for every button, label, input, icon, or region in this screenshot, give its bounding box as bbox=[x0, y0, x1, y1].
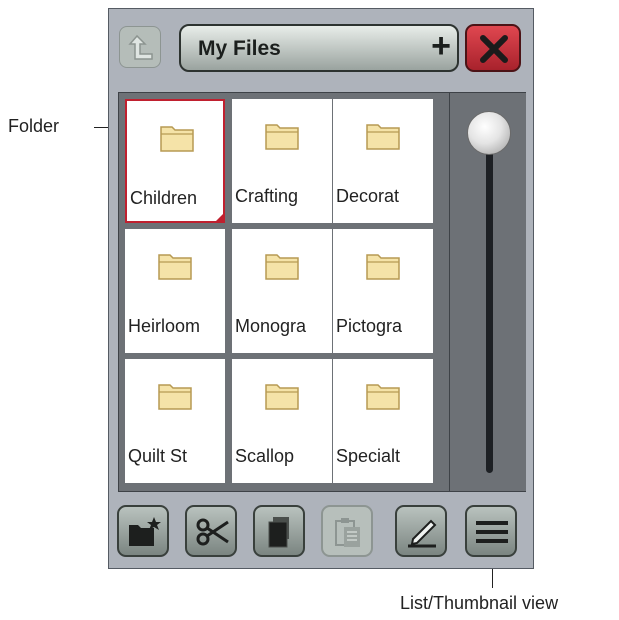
cut-button[interactable] bbox=[185, 505, 237, 557]
list-view-icon bbox=[476, 521, 508, 543]
top-bar: My Files + bbox=[109, 9, 533, 91]
folder-tile[interactable]: Decorat bbox=[333, 99, 433, 223]
list-thumbnail-callout-label: List/Thumbnail view bbox=[400, 593, 559, 613]
folder-icon bbox=[366, 254, 400, 280]
folder-title-text: My Files bbox=[198, 37, 281, 60]
folder-tile[interactable]: Heirloom bbox=[125, 229, 225, 353]
folder-icon bbox=[366, 384, 400, 410]
folder-callout-label: Folder bbox=[8, 116, 60, 136]
folder-icon bbox=[366, 124, 400, 150]
current-folder-title[interactable]: My Files + bbox=[179, 24, 459, 72]
folder-name: Crafting bbox=[235, 186, 299, 206]
pencil-icon bbox=[408, 519, 437, 548]
folder-name: Scallop bbox=[235, 446, 295, 466]
folder-tile[interactable]: Specialt bbox=[333, 359, 433, 483]
new-folder-button[interactable] bbox=[117, 505, 169, 557]
new-folder-icon bbox=[129, 517, 161, 546]
copy-button[interactable] bbox=[253, 505, 305, 557]
paste-button[interactable] bbox=[321, 505, 373, 557]
selection-marker bbox=[216, 214, 223, 221]
close-icon bbox=[480, 35, 508, 63]
folder-tile[interactable]: Children bbox=[125, 99, 225, 223]
rename-button[interactable] bbox=[395, 505, 447, 557]
folder-name: Specialt bbox=[336, 446, 401, 466]
file-manager-panel: My Files + Children Crafting Decorat Heirlo… bbox=[108, 8, 534, 569]
folder-icon bbox=[160, 126, 194, 152]
folder-icon bbox=[158, 384, 192, 410]
scroll-track[interactable] bbox=[486, 133, 493, 473]
folder-name: Decorat bbox=[336, 186, 400, 206]
up-folder-button[interactable] bbox=[119, 26, 161, 68]
file-grid: Children Crafting Decorat Heirloom Monogra Pi… bbox=[118, 92, 526, 492]
scroll-knob[interactable] bbox=[467, 111, 511, 155]
cut-icon bbox=[196, 518, 229, 546]
folder-tile[interactable]: Quilt St bbox=[125, 359, 225, 483]
folder-name: Children bbox=[130, 188, 198, 208]
folder-name: Pictogra bbox=[336, 316, 403, 336]
folder-icon bbox=[265, 254, 299, 280]
folder-icon bbox=[265, 384, 299, 410]
list-thumbnail-toggle-button[interactable] bbox=[465, 505, 517, 557]
arrow-up-icon bbox=[128, 34, 153, 60]
folder-tile[interactable]: Scallop bbox=[232, 359, 332, 483]
folder-icon bbox=[265, 124, 299, 150]
scrollbar[interactable] bbox=[449, 93, 526, 491]
folder-tile[interactable]: Pictogra bbox=[333, 229, 433, 353]
copy-icon bbox=[268, 517, 289, 548]
folder-name: Heirloom bbox=[128, 316, 201, 336]
close-button[interactable] bbox=[465, 24, 521, 72]
folder-icon bbox=[158, 254, 192, 280]
folder-name: Quilt St bbox=[128, 446, 188, 466]
folder-name: Monogra bbox=[235, 316, 307, 336]
bottom-toolbar bbox=[109, 499, 535, 565]
folder-tile[interactable]: Crafting bbox=[232, 99, 332, 223]
folder-tile[interactable]: Monogra bbox=[232, 229, 332, 353]
paste-icon bbox=[335, 518, 360, 547]
add-icon[interactable]: + bbox=[431, 28, 451, 64]
